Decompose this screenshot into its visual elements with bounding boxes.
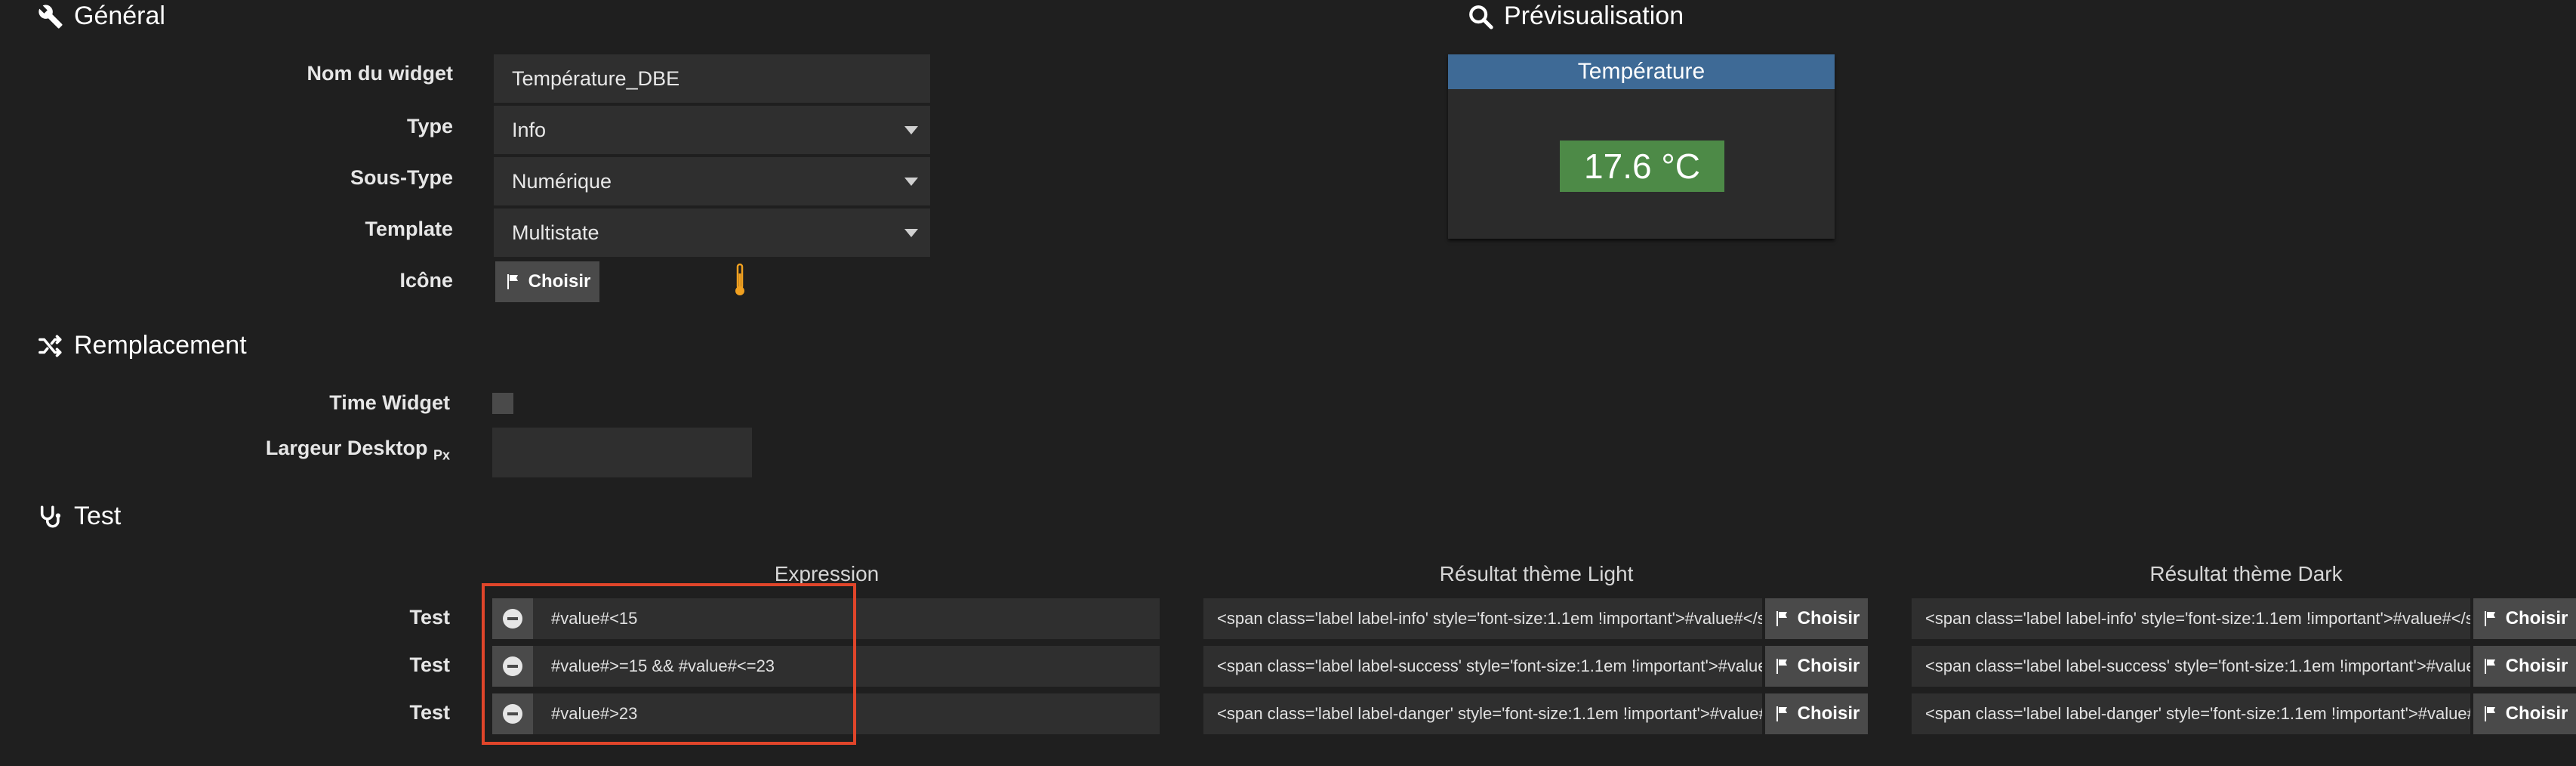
- time-widget-checkbox[interactable]: [492, 393, 513, 414]
- column-dark: Résultat thème Dark: [2149, 562, 2343, 585]
- subtype-select[interactable]: Numérique: [494, 157, 930, 205]
- test-light-result-input[interactable]: <span class='label label-success' style=…: [1203, 646, 1762, 687]
- widget-name-label: Nom du widget: [307, 62, 453, 85]
- choose-light-icon-button-label: Choisir: [1797, 656, 1860, 676]
- remove-test-button[interactable]: [492, 646, 533, 687]
- test-dark-result-input[interactable]: <span class='label label-danger' style='…: [1912, 693, 2470, 734]
- flag-icon: [1776, 659, 1787, 674]
- choose-light-icon-button-label: Choisir: [1797, 703, 1860, 724]
- type-select[interactable]: Info: [494, 106, 930, 154]
- choose-light-icon-button-label: Choisir: [1797, 608, 1860, 629]
- widget-name-input[interactable]: Température_DBE: [494, 54, 930, 103]
- minus-circle-icon: [503, 609, 522, 629]
- choose-dark-icon-button-label: Choisir: [2505, 703, 2568, 724]
- template-select[interactable]: Multistate: [494, 208, 930, 257]
- chevron-down-icon: [904, 178, 918, 186]
- test-expression-input[interactable]: #value#>=15 && #value#<=23: [533, 646, 1160, 687]
- section-preview-title: Prévisualisation: [1468, 2, 1684, 31]
- preview-widget: Température 17.6 °C: [1448, 54, 1835, 239]
- type-label: Type: [406, 115, 453, 137]
- desktop-width-input[interactable]: [492, 428, 752, 477]
- section-test-label: Test: [74, 502, 122, 530]
- remove-test-button[interactable]: [492, 693, 533, 734]
- test-expression-input[interactable]: #value#>23: [533, 693, 1160, 734]
- thermometer-icon: [731, 263, 749, 298]
- time-widget-label: Time Widget: [329, 391, 450, 414]
- section-general-label: Général: [74, 2, 165, 30]
- desktop-width-label-text: Largeur Desktop: [265, 437, 428, 459]
- choose-dark-icon-button-label: Choisir: [2505, 608, 2568, 629]
- subtype-value: Numérique: [512, 169, 612, 193]
- choose-light-icon-button[interactable]: Choisir: [1765, 693, 1868, 734]
- desktop-width-unit: Px: [433, 447, 450, 463]
- subtype-label: Sous-Type: [350, 166, 453, 189]
- remove-test-button[interactable]: [492, 598, 533, 639]
- preview-widget-title: Température: [1448, 54, 1835, 89]
- section-preview-label: Prévisualisation: [1504, 2, 1684, 30]
- flag-icon: [1776, 706, 1787, 721]
- flag-icon: [2484, 706, 2495, 721]
- choose-light-icon-button[interactable]: Choisir: [1765, 646, 1868, 687]
- chevron-down-icon: [904, 229, 918, 237]
- test-dark-result-input[interactable]: <span class='label label-info' style='fo…: [1912, 598, 2470, 639]
- flag-icon: [507, 274, 518, 289]
- icon-label: Icône: [399, 269, 453, 292]
- preview-widget-value: 17.6 °C: [1560, 141, 1724, 192]
- section-replacement-label: Remplacement: [74, 331, 247, 360]
- choose-dark-icon-button-label: Choisir: [2505, 656, 2568, 676]
- minus-circle-icon: [503, 656, 522, 676]
- section-test-title: Test: [38, 502, 121, 531]
- section-replacement-title: Remplacement: [38, 331, 247, 360]
- column-light: Résultat thème Light: [1439, 562, 1634, 585]
- widget-name-value: Température_DBE: [512, 66, 680, 90]
- test-dark-result-input[interactable]: <span class='label label-success' style=…: [1912, 646, 2470, 687]
- type-value: Info: [512, 118, 547, 141]
- search-icon: [1469, 5, 1493, 29]
- choose-dark-icon-button[interactable]: Choisir: [2473, 693, 2576, 734]
- choose-icon-button[interactable]: Choisir: [495, 261, 599, 302]
- test-row-label: Test: [409, 653, 450, 676]
- choose-dark-icon-button[interactable]: Choisir: [2473, 598, 2576, 639]
- choose-icon-button-label: Choisir: [528, 271, 591, 292]
- desktop-width-label: Largeur Desktop Px: [148, 437, 450, 463]
- flag-icon: [2484, 611, 2495, 626]
- shuffle-icon: [39, 334, 62, 357]
- template-value: Multistate: [512, 221, 599, 244]
- test-row-label: Test: [409, 606, 450, 629]
- minus-circle-icon: [503, 704, 522, 724]
- flag-icon: [2484, 659, 2495, 674]
- test-light-result-input[interactable]: <span class='label label-info' style='fo…: [1203, 598, 1762, 639]
- test-row-label: Test: [409, 701, 450, 724]
- chevron-down-icon: [904, 126, 918, 134]
- stethoscope-icon: [40, 505, 61, 527]
- column-expression: Expression: [774, 562, 880, 585]
- choose-dark-icon-button[interactable]: Choisir: [2473, 646, 2576, 687]
- test-expression-input[interactable]: #value#<15: [533, 598, 1160, 639]
- section-general-title: Général: [38, 2, 165, 31]
- test-light-result-input[interactable]: <span class='label label-danger' style='…: [1203, 693, 1762, 734]
- flag-icon: [1776, 611, 1787, 626]
- template-label: Template: [365, 218, 453, 240]
- wrench-icon: [39, 5, 63, 29]
- choose-light-icon-button[interactable]: Choisir: [1765, 598, 1868, 639]
